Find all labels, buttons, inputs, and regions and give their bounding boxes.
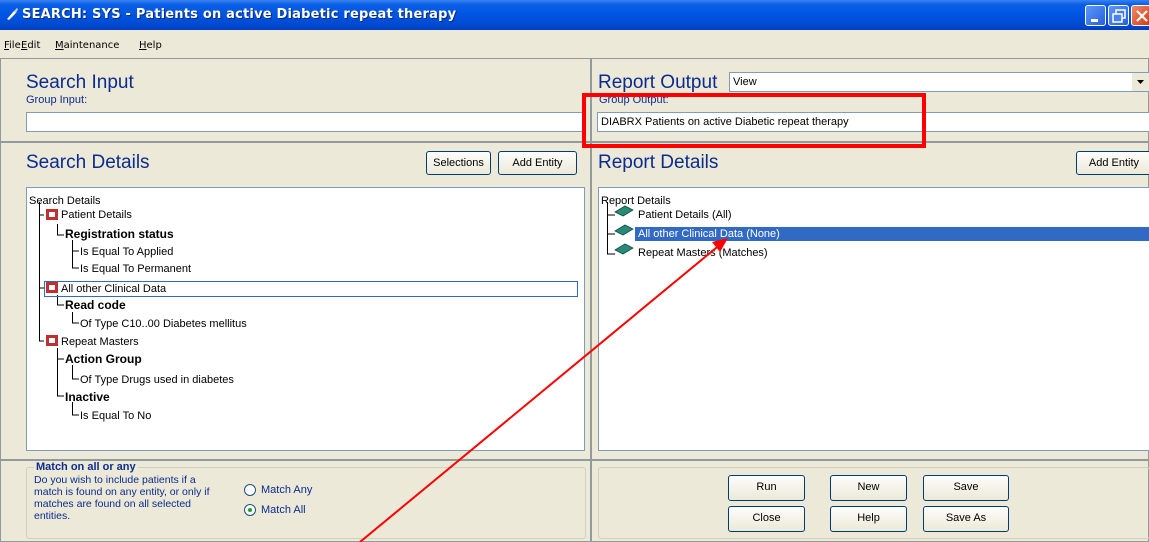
tree-criterion-registration-status[interactable]: Registration status <box>65 227 174 241</box>
tree-entity-clinical-data[interactable]: All other Clinical Data <box>61 282 166 296</box>
report-add-entity-button[interactable]: Add Entity <box>1076 151 1149 175</box>
restore-icon <box>1112 9 1126 23</box>
group-input-field[interactable] <box>26 112 586 132</box>
report-details-tree[interactable]: Report Details Patient Details (All) All… <box>598 187 1149 451</box>
chevron-down-icon <box>1137 80 1144 84</box>
match-panel: Match on all or any Do you wish to inclu… <box>0 460 591 542</box>
report-tree-repeat-masters[interactable]: Repeat Masters (Matches) <box>638 246 768 260</box>
new-button[interactable]: New <box>830 475 907 501</box>
match-all-radio[interactable] <box>244 504 256 516</box>
help-button[interactable]: Help <box>830 506 907 532</box>
menu-file[interactable]: File <box>4 40 21 51</box>
tree-value[interactable]: Is Equal To No <box>80 409 151 423</box>
save-as-button[interactable]: Save As <box>923 506 1009 532</box>
match-all-label[interactable]: Match All <box>261 504 306 516</box>
window-title: SEARCH: SYS - Patients on active Diabeti… <box>22 7 457 22</box>
dropdown-arrow[interactable] <box>1132 73 1149 91</box>
report-view-select[interactable]: View <box>729 72 1149 92</box>
tree-entity-patient-details[interactable]: Patient Details <box>61 208 132 222</box>
match-description-line: match is found on any entity, or only if <box>34 486 210 498</box>
menu-bar: File Edit Maintenance Help <box>0 30 1149 58</box>
tree-value[interactable]: Is Equal To Permanent <box>80 262 191 276</box>
restore-button[interactable] <box>1108 5 1129 26</box>
title-bar: SEARCH: SYS - Patients on active Diabeti… <box>0 0 1149 30</box>
report-tree-root[interactable]: Report Details <box>601 194 671 208</box>
match-description-line: Do you wish to include patients if a <box>34 474 196 486</box>
report-tree-patient-details[interactable]: Patient Details (All) <box>638 208 732 222</box>
entity-icons <box>46 209 58 346</box>
report-details-panel: Report Details Add Entity Report Details… <box>591 142 1149 460</box>
report-view-value: View <box>733 76 757 88</box>
match-any-radio[interactable] <box>244 484 256 496</box>
add-entity-button[interactable]: Add Entity <box>498 151 577 175</box>
book-icons <box>614 205 634 255</box>
group-output-field[interactable]: DIABRX Patients on active Diabetic repea… <box>597 112 1149 132</box>
minimize-button[interactable] <box>1085 5 1106 26</box>
tree-criterion-read-code[interactable]: Read code <box>65 298 126 312</box>
menu-maintenance[interactable]: Maintenance <box>55 40 119 51</box>
tree-value[interactable]: Is Equal To Applied <box>80 245 173 259</box>
app-icon <box>7 8 18 20</box>
tree-value[interactable]: Of Type C10..00 Diabetes mellitus <box>80 317 247 331</box>
minimize-icon <box>1091 19 1098 22</box>
match-description-line: matches are found on all selected <box>34 498 192 510</box>
report-output-panel: Report Output View Group Output: DIABRX … <box>591 58 1149 142</box>
menu-edit[interactable]: Edit <box>21 40 40 51</box>
selections-button[interactable]: Selections <box>426 151 491 175</box>
run-button[interactable]: Run <box>728 475 805 501</box>
tree-criterion-action-group[interactable]: Action Group <box>65 352 142 366</box>
report-tree-clinical-data[interactable]: All other Clinical Data (None) <box>635 227 1149 241</box>
close-window-button[interactable] <box>1131 5 1149 26</box>
menu-help[interactable]: Help <box>139 40 162 51</box>
actions-panel: Run New Save Close Help Save As <box>591 460 1149 542</box>
tree-value[interactable]: Of Type Drugs used in diabetes <box>80 373 234 387</box>
report-output-heading: Report Output <box>598 72 718 93</box>
close-icon <box>1136 10 1148 22</box>
search-details-tree[interactable]: Search Details Patient Details Registrat… <box>26 187 585 451</box>
match-any-label[interactable]: Match Any <box>261 484 312 496</box>
save-button[interactable]: Save <box>923 475 1009 501</box>
group-input-label: Group Input: <box>26 94 88 106</box>
search-input-panel: Search Input Group Input: <box>0 58 591 142</box>
match-legend: Match on all or any <box>34 461 138 473</box>
group-output-label: Group Output: <box>599 94 669 106</box>
tree-entity-repeat-masters[interactable]: Repeat Masters <box>61 335 139 349</box>
match-description-line: entities. <box>34 510 71 522</box>
report-details-heading: Report Details <box>598 152 719 173</box>
search-details-heading: Search Details <box>26 152 150 173</box>
tree-criterion-inactive[interactable]: Inactive <box>65 390 110 404</box>
tree-root[interactable]: Search Details <box>29 194 101 208</box>
close-button[interactable]: Close <box>728 506 805 532</box>
search-details-panel: Search Details Selections Add Entity Sea… <box>0 142 591 460</box>
search-input-heading: Search Input <box>26 72 134 93</box>
